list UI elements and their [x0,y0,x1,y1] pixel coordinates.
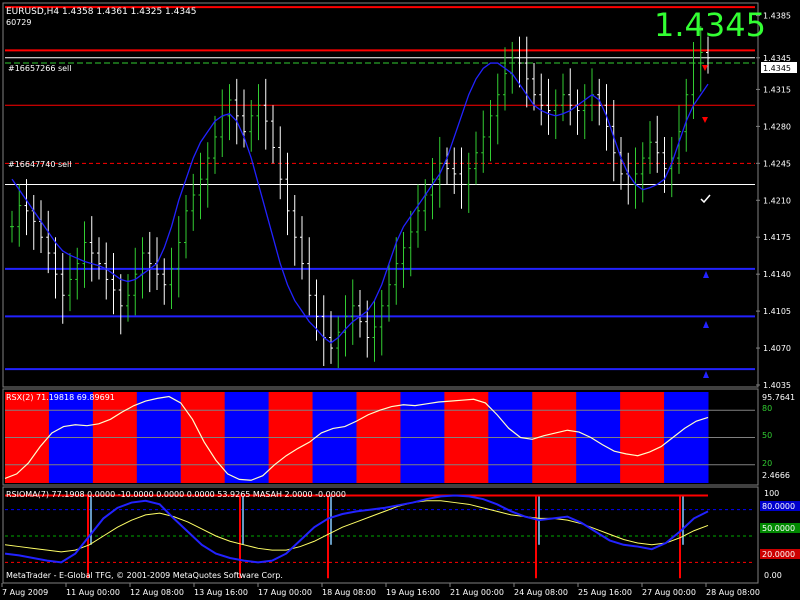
time-axis-label: 24 Aug 08:00 [514,588,568,597]
price-axis-label: 1.4210 [763,196,791,205]
rsioma-level-20: 20.0000 [762,550,795,559]
time-axis-label: 28 Aug 08:00 [706,588,760,597]
price-axis-label: 1.4280 [763,122,791,131]
price-axis-label: 1.4035 [763,381,791,390]
time-axis-label: 12 Aug 08:00 [130,588,184,597]
chart-header: EURUSD,H4 1.4358 1.4361 1.4325 1.4345 [6,7,197,17]
rsx-level-50: 50 [762,431,772,440]
time-axis-label: 11 Aug 00:00 [66,588,120,597]
price-panel[interactable] [2,2,759,388]
time-axis-label: 27 Aug 00:00 [642,588,696,597]
time-axis-label: 13 Aug 16:00 [194,588,248,597]
rsx-axis-top: 95.7641 [762,393,795,402]
price-axis-label: 1.4105 [763,307,791,316]
rsioma-header: RSIOMA(7) 77.1908 0.0000 -10.0000 0.0000… [6,490,346,499]
rsioma-axis-bottom: 0.00 [764,571,782,580]
rsx-level-20: 20 [762,459,772,468]
rsx-header: RSX(2) 71.19818 69.89691 [6,393,115,402]
price-axis-label: 1.4345 [763,54,791,63]
big-price-label: 1.4345 [654,6,766,44]
rsioma-axis-top: 100 [764,489,779,498]
time-axis-label: 17 Aug 00:00 [258,588,312,597]
price-axis-label: 1.4140 [763,270,791,279]
price-axis-label: 1.4070 [763,344,791,353]
rsioma-level-50: 50.0000 [762,524,795,533]
price-axis-label: 1.4315 [763,85,791,94]
rsioma-panel[interactable] [2,486,759,584]
price-axis-label: 1.4245 [763,159,791,168]
rsx-axis-bottom: 2.4666 [762,471,790,480]
price-axis-label: 1.4175 [763,233,791,242]
account-id: 60729 [6,18,31,27]
time-axis-label: 21 Aug 00:00 [450,588,504,597]
price-axis-label: 1.4385 [763,12,791,21]
footer-copyright: MetaTrader - E-Global TFG, © 2001-2009 M… [6,571,283,580]
rsx-level-80: 80 [762,404,772,413]
metatrader-window: EURUSD,H4 1.4358 1.4361 1.4325 1.4345 60… [1,2,800,597]
price-tag: 1.4345 [763,64,791,73]
order-label-1: #16657266 sell [8,64,72,73]
time-axis: 7 Aug 2009 11 Aug 00:00 12 Aug 08:00 13 Aug… [1,583,760,597]
time-axis-label: 18 Aug 08:00 [322,588,376,597]
time-axis-label: 19 Aug 16:00 [386,588,440,597]
rsioma-level-80: 80.0000 [762,502,795,511]
time-axis-label: 25 Aug 16:00 [578,588,632,597]
time-axis-label: 7 Aug 2009 [2,588,48,597]
order-label-2: #16647740 sell [8,160,72,169]
